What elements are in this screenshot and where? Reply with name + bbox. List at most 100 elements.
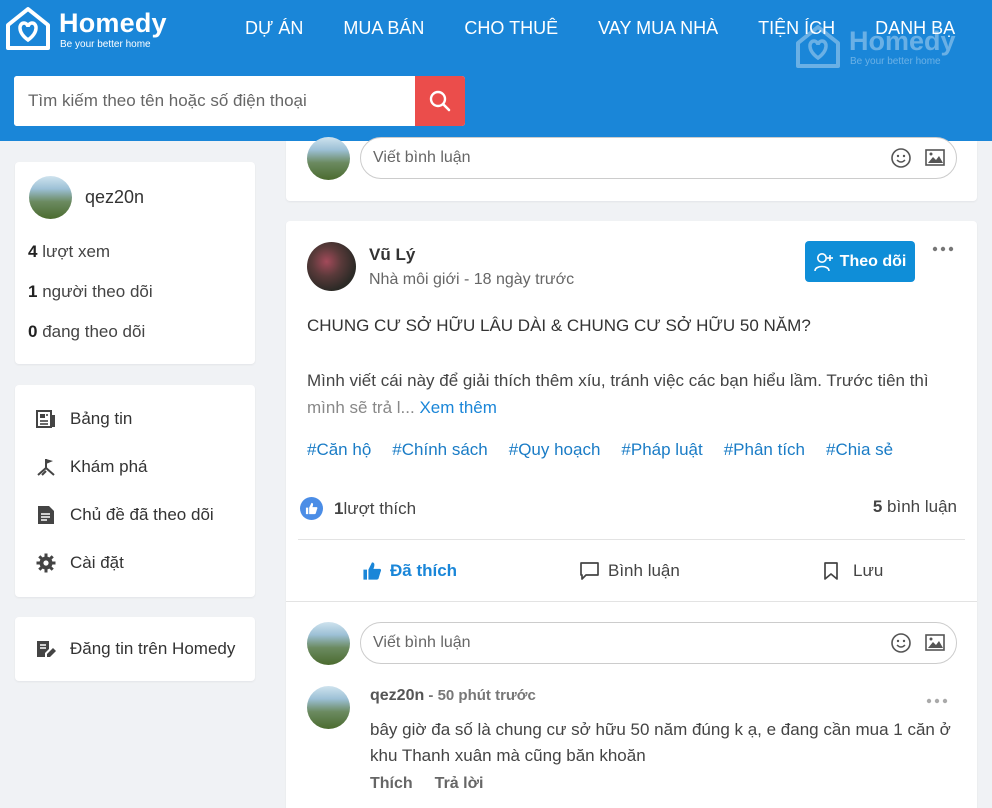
emoji-icon[interactable] [890,147,912,169]
nav-vay-mua-nha[interactable]: VAY MUA NHÀ [598,0,718,56]
post-cta-label: Đăng tin trên Homedy [70,639,236,658]
stat-followers[interactable]: 1 người theo dõi [28,282,153,302]
sidebar-item-label: Chủ đề đã theo dõi [70,505,214,524]
search-icon [429,90,451,112]
follow-button[interactable]: Theo dõi [805,241,915,282]
author-avatar[interactable] [307,242,356,291]
profile-username[interactable]: qez20n [85,187,144,208]
search-bar [14,76,465,126]
sidebar-item-label: Bảng tin [70,409,133,428]
edit-note-icon [35,638,57,660]
commenter-name[interactable]: qez20n [370,687,424,704]
sidebar-item-kham-pha[interactable]: Khám phá [35,452,148,482]
follow-label: Theo dõi [839,252,907,270]
tag-link[interactable]: #Chính sách [392,440,487,460]
comment-actions: Thích Trả lời [370,775,483,793]
emoji-icon[interactable] [890,632,912,654]
newspaper-icon [35,408,57,430]
post-card: Vũ Lý Nhà môi giới - 18 ngày trước Theo … [286,221,977,808]
comment-button[interactable]: Bình luận [579,561,680,581]
search-input[interactable] [14,76,415,126]
sidebar-item-chu-de[interactable]: Chủ đề đã theo dõi [35,500,214,530]
likes-count: 1 [334,498,344,518]
likes-label: lượt thích [343,498,417,518]
divider [298,539,965,540]
tag-list: #Căn hộ #Chính sách #Quy hoạch #Pháp luậ… [307,440,893,460]
liked-label: Đã thích [390,561,458,580]
gear-icon [35,552,57,574]
comment-more-options[interactable] [926,693,948,704]
add-user-icon [813,252,833,271]
post-on-homedy-link[interactable]: Đăng tin trên Homedy [35,634,235,664]
stat-following[interactable]: 0 đang theo dõi [28,322,145,342]
tag-link[interactable]: #Quy hoạch [509,440,601,460]
comment-label: Bình luận [608,561,680,580]
house-watermark-icon [796,25,840,68]
comment-avatar [307,137,350,180]
sidebar-item-label: Cài đặt [70,553,124,572]
watermark-brand: Homedy [849,26,956,56]
comment-input-box [360,622,957,664]
user-avatar[interactable] [29,176,72,219]
comments-summary[interactable]: 5 bình luận [873,497,957,517]
comment-input[interactable] [373,138,853,178]
comment-time: - 50 phút trước [424,687,536,704]
post-body-line: Mình viết cái này để giải thích thêm xíu… [307,371,929,390]
homedy-watermark: Homedy Be your better home [795,24,985,70]
likes-summary[interactable]: 1 lượt thích [300,497,416,520]
watermark-tagline: Be your better home [850,56,941,67]
see-more-link[interactable]: Xem thêm [419,398,496,417]
comment-like-button[interactable]: Thích [370,775,413,793]
nav-du-an[interactable]: DỰ ÁN [245,0,303,56]
tag-link[interactable]: #Căn hộ [307,440,371,460]
image-icon[interactable] [924,147,946,169]
more-dots-icon [932,246,954,252]
image-icon[interactable] [924,632,946,654]
previous-post-comment-card [286,137,977,201]
sidebar-item-cai-dat[interactable]: Cài đặt [35,548,124,578]
house-logo-icon [6,7,50,50]
explore-icon [35,456,57,478]
nav-cho-thue[interactable]: CHO THUÊ [464,0,558,56]
comment-text: bây giờ đa số là chung cư sở hữu 50 năm … [370,720,951,765]
comment-input[interactable] [373,623,853,663]
sidebar-item-label: Khám phá [70,457,148,476]
post-body: Mình viết cái này để giải thích thêm xíu… [307,367,962,421]
comment-bubble-icon [580,562,599,580]
divider [286,601,977,602]
liked-button[interactable]: Đã thích [362,561,457,581]
nav-mua-ban[interactable]: MUA BÁN [343,0,424,56]
more-dots-icon [926,698,948,704]
homedy-logo[interactable]: Homedy Be your better home [5,6,185,52]
header: Homedy Be your better home DỰ ÁN MUA BÁN… [0,0,992,141]
save-label: Lưu [853,561,884,580]
thumbs-up-icon [363,562,382,580]
tag-link[interactable]: #Pháp luật [621,440,702,460]
document-icon [35,504,57,526]
sidebar-menu: Bảng tin Khám phá Chủ đề đã theo dõi Cài… [15,385,255,597]
post-body-excerpt: mình sẽ trả l... [307,398,415,417]
comment-header: qez20n - 50 phút trước [370,687,536,705]
stat-views: 4 lượt xem [28,242,110,262]
post-more-options[interactable] [932,241,954,252]
tag-link[interactable]: #Chia sẻ [826,440,893,460]
commenter-avatar[interactable] [307,686,350,729]
comment-reply-button[interactable]: Trả lời [435,775,484,793]
author-meta: Nhà môi giới - 18 ngày trước [369,271,575,288]
following-label: đang theo dõi [37,322,146,341]
comment-input-box [360,137,957,179]
brand-tagline: Be your better home [60,39,151,50]
followers-label: người theo dõi [37,282,153,301]
save-button[interactable]: Lưu [823,561,883,581]
bookmark-icon [824,562,838,580]
tag-link[interactable]: #Phân tích [724,440,805,460]
sidebar-item-bang-tin[interactable]: Bảng tin [35,404,132,434]
search-button[interactable] [415,76,465,126]
comments-count: 5 [872,497,883,516]
comments-label: bình luận [882,497,957,516]
author-name[interactable]: Vũ Lý [369,245,415,265]
comment-avatar [307,622,350,665]
thumbs-up-badge-icon [300,497,323,520]
profile-card: qez20n 4 lượt xem 1 người theo dõi 0 đan… [15,162,255,364]
views-label: lượt xem [37,242,111,261]
